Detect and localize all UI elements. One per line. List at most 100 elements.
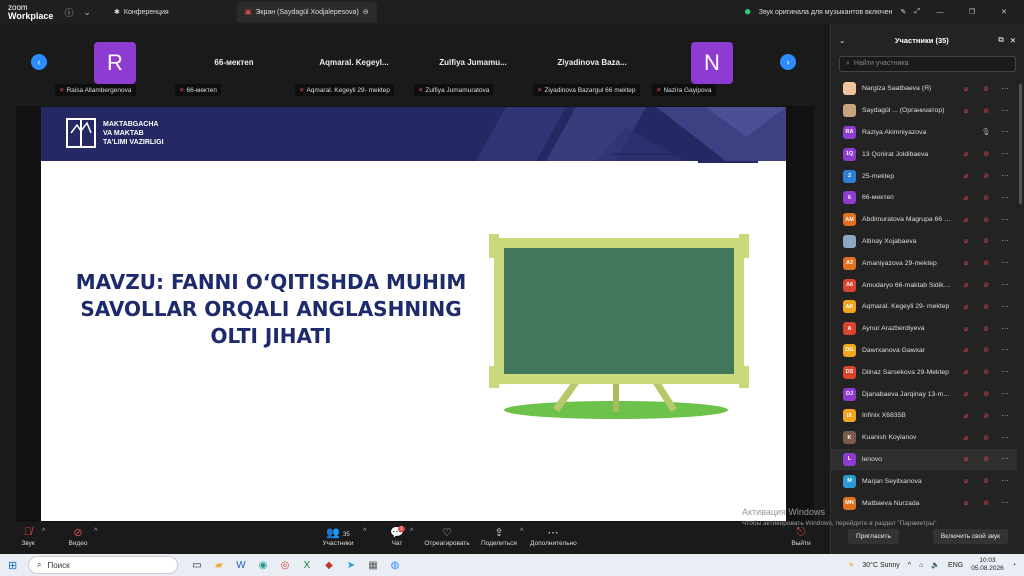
participant-row[interactable]: M Marjan Seyitxanova ⌀ ⊘ ⋯ — [831, 470, 1017, 492]
participant-row[interactable]: 1Q 13 Qonirat Joldibaeva ⌀ ⊘ ⋯ — [831, 143, 1017, 165]
panel-scrollbar[interactable] — [1019, 84, 1022, 204]
pin-icon[interactable]: ✎ — [901, 8, 907, 16]
participant-name: lenovo — [862, 455, 883, 463]
tab-screen-share[interactable]: ▣ Экран (Saydagül Xodjalepesova) ⊖ — [236, 2, 377, 22]
chat-caret[interactable]: ^ — [410, 528, 413, 535]
telegram-icon[interactable]: ➤ — [340, 560, 362, 571]
more-options-icon[interactable]: ⋯ — [999, 499, 1011, 507]
app-icon[interactable]: ▦ — [362, 560, 384, 571]
more-options-icon[interactable]: ⋯ — [999, 346, 1011, 354]
more-options-icon[interactable]: ⋯ — [999, 128, 1011, 136]
minimize-button[interactable]: — — [928, 9, 952, 16]
participant-row[interactable]: 2 25-mektep ⌀ ⊘ ⋯ — [831, 165, 1017, 187]
search-icon: ⌕ — [846, 60, 850, 67]
more-button[interactable]: ⋯ Дополнительно — [530, 526, 577, 547]
restore-button[interactable]: ❐ — [960, 8, 984, 16]
more-options-icon[interactable]: ⋯ — [999, 477, 1011, 485]
strip-next-button[interactable]: › — [780, 54, 796, 70]
audio-button[interactable]: 🎙̸ Звук — [14, 526, 42, 547]
react-button[interactable]: ♡ Отреагировать — [424, 526, 470, 547]
participant-row[interactable]: Llenovo ⌀ ⊘ ⋯ — [831, 448, 1017, 471]
more-options-icon[interactable]: ⋯ — [999, 434, 1011, 442]
participant-row[interactable]: Saydagül ... (Организатор) ⌀ ⊘ ⋯ — [831, 100, 1017, 122]
more-options-icon[interactable]: ⋯ — [999, 150, 1011, 158]
participant-row[interactable]: A Aynur Arazberdiyeva ⌀ ⊘ ⋯ — [831, 318, 1017, 340]
file-explorer-icon[interactable]: ▰ — [208, 560, 230, 571]
task-view-icon[interactable]: ▭ — [186, 560, 208, 571]
more-options-icon[interactable]: ⋯ — [999, 368, 1011, 376]
more-options-icon[interactable]: ⋯ — [999, 107, 1011, 115]
more-options-icon[interactable]: ⋯ — [999, 455, 1011, 463]
unmute-self-button[interactable]: Включить свой звук — [932, 528, 1008, 544]
participant-tile[interactable]: Aqmaral. Kegeyl... ✕ Aqmaral. Kegeyli 29-… — [295, 40, 413, 100]
excel-icon[interactable]: X — [296, 560, 318, 571]
popout-icon[interactable]: ⧉ — [998, 35, 1003, 45]
participant-row[interactable]: 6 66-мектеп ⌀ ⊘ ⋯ — [831, 187, 1017, 209]
share-caret[interactable]: ^ — [520, 528, 523, 535]
more-options-icon[interactable]: ⋯ — [999, 325, 1011, 333]
participant-tile[interactable]: 66-мектеп ✕ 66-мектеп — [175, 40, 293, 100]
zoom-taskbar-icon[interactable]: ◍ — [384, 560, 406, 571]
more-options-icon[interactable]: ⋯ — [999, 216, 1011, 224]
avatar: A6 — [843, 278, 856, 292]
participants-caret[interactable]: ^ — [363, 528, 366, 535]
volume-icon[interactable]: 🔈 — [931, 561, 940, 569]
more-options-icon[interactable]: ⋯ — [999, 303, 1011, 311]
windows-start-icon[interactable]: ⊞ — [8, 559, 17, 572]
edge-icon[interactable]: ◉ — [252, 560, 274, 571]
more-options-icon[interactable]: ⋯ — [999, 194, 1011, 202]
taskbar-search[interactable]: ⌕ Поиск — [28, 556, 178, 574]
participant-row[interactable]: Altinay Xojabaeva ⌀ ⊘ ⋯ — [831, 231, 1017, 253]
network-icon[interactable]: ⌂ — [919, 562, 923, 569]
participant-row[interactable]: AM Abdimuratova Magrupa 66 m... ⌀ ⊘ ⋯ — [831, 209, 1017, 231]
notification-icon[interactable]: ◔ — [1012, 562, 1016, 569]
tray-chevron-icon[interactable]: ^ — [908, 562, 911, 569]
participant-row[interactable]: IX Infinix X6835B ⌀ ⊘ ⋯ — [831, 405, 1017, 427]
more-options-icon[interactable]: ⋯ — [999, 390, 1011, 398]
participant-row[interactable]: DS Dilnaz Sarsekova 29-Mektep ⌀ ⊘ ⋯ — [831, 361, 1017, 383]
close-button[interactable]: ✕ — [992, 8, 1016, 16]
app-icon[interactable]: ◆ — [318, 560, 340, 571]
close-tab-icon[interactable]: ⊖ — [363, 8, 369, 16]
participant-row[interactable]: AK Aqmaral. Kegeyli 29- mektep ⌀ ⊘ ⋯ — [831, 296, 1017, 318]
more-options-icon[interactable]: ⋯ — [999, 85, 1011, 93]
close-panel-icon[interactable]: ✕ — [1010, 36, 1016, 45]
system-tray: ☀ 30°C Sunny ^ ⌂ 🔈 ENG 10:03 05.08.2026 … — [848, 557, 1024, 573]
participant-row[interactable]: DG Dawrxanova Gawxar ⌀ ⊘ ⋯ — [831, 340, 1017, 362]
video-button[interactable]: ⊘ Видео — [64, 526, 92, 547]
participant-row[interactable]: A6 Amudaryo 66-maktab Sidikov ... ⌀ ⊘ ⋯ — [831, 274, 1017, 296]
more-options-icon[interactable]: ⋯ — [999, 237, 1011, 245]
participant-row[interactable]: K Kuanish Koylanov ⌀ ⊘ ⋯ — [831, 427, 1017, 449]
tab-meeting[interactable]: ✱ Конференция — [106, 2, 177, 22]
audio-options-caret[interactable]: ^ — [42, 528, 45, 535]
more-options-icon[interactable]: ⋯ — [999, 172, 1011, 180]
participants-button[interactable]: 👥 35 Участники — [320, 526, 356, 547]
word-icon[interactable]: W — [230, 560, 252, 571]
clock[interactable]: 10:03 05.08.2026 — [971, 557, 1004, 573]
expand-icon[interactable]: ⤢ — [914, 8, 920, 16]
participant-tile[interactable]: N ✕ Nazira Gayipova — [652, 40, 770, 100]
weather-text[interactable]: 30°C Sunny — [862, 562, 899, 569]
chevron-down-icon[interactable]: ⌄ — [78, 7, 96, 18]
participant-tile[interactable]: Ziyadinova Baza... ✕ Ziyadinova Bazargul … — [533, 40, 651, 100]
strip-prev-button[interactable]: ‹ — [31, 54, 47, 70]
participant-row[interactable]: Nargiza Saatbaeva (Я) ⌀ ⊘ ⋯ — [831, 78, 1017, 100]
language-indicator[interactable]: ENG — [948, 562, 963, 569]
avatar — [843, 234, 856, 248]
info-icon[interactable]: ⓘ — [60, 6, 78, 19]
video-options-caret[interactable]: ^ — [94, 528, 97, 535]
more-icon: ⋯ — [547, 527, 559, 539]
participant-row[interactable]: DJ Djanabaeva Jarqinay 13-mektep ⌀ ⊘ ⋯ — [831, 383, 1017, 405]
more-options-icon[interactable]: ⋯ — [999, 412, 1011, 420]
more-options-icon[interactable]: ⋯ — [999, 259, 1011, 267]
search-input[interactable]: ⌕ Найти участника — [839, 56, 1016, 72]
invite-button[interactable]: Пригласить — [848, 528, 899, 544]
participant-row[interactable]: A2 Amaniyazova 29-mektep ⌀ ⊘ ⋯ — [831, 252, 1017, 274]
share-button[interactable]: ⇪ Поделиться — [480, 526, 518, 547]
more-options-icon[interactable]: ⋯ — [999, 281, 1011, 289]
video-off-icon: ⊘ — [983, 434, 989, 442]
participant-tile[interactable]: Zulfiya Jumamu... ✕ Zulfiya Jumamuratova — [414, 40, 532, 100]
participant-row[interactable]: RA Raziya Akimniyazova 🎙 ⋯ — [831, 122, 1017, 144]
participant-tile[interactable]: R ✕ Raisa Allambergenova — [55, 40, 173, 100]
chrome-icon[interactable]: ◎ — [274, 560, 296, 571]
